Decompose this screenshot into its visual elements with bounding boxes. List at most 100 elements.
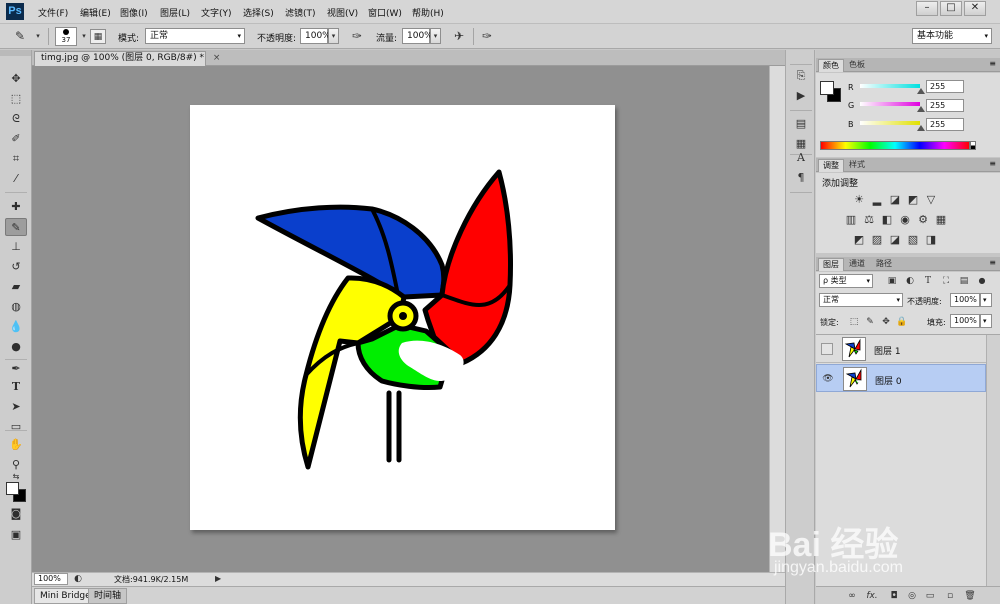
clone-stamp-tool-icon[interactable]: ⊥ (5, 238, 27, 256)
pressure-size-icon[interactable]: ✑ (479, 29, 495, 44)
minimize-button[interactable]: – (916, 1, 938, 16)
channel-b-thumb[interactable] (917, 125, 925, 131)
properties-panel-icon[interactable]: ▤ (792, 116, 810, 132)
actions-play-icon[interactable]: ▶ (792, 88, 810, 104)
menu-type[interactable]: 文字(Y) (201, 6, 232, 19)
add-mask-icon[interactable]: ◘ (888, 590, 900, 602)
move-tool-icon[interactable]: ✥ (5, 70, 27, 88)
history-brush-tool-icon[interactable]: ↺ (5, 258, 27, 276)
blur-tool-icon[interactable]: 💧 (5, 318, 27, 336)
layer-row-0[interactable]: 👁 图层 0 (816, 364, 986, 392)
visibility-toggle[interactable] (821, 343, 833, 355)
tab-timeline[interactable]: 时间轴 (88, 588, 128, 604)
menu-filter[interactable]: 滤镜(T) (285, 6, 316, 19)
panel-menu-icon[interactable]: ≡ (989, 159, 996, 168)
exposure-icon[interactable]: ◩ (906, 193, 920, 207)
menu-edit[interactable]: 编辑(E) (80, 6, 111, 19)
filter-smart-object-icon[interactable]: ▤ (958, 275, 970, 287)
levels-icon[interactable]: ▂ (870, 193, 884, 207)
paint-bucket-tool-icon[interactable]: ◍ (5, 298, 27, 316)
menu-view[interactable]: 视图(V) (327, 6, 358, 19)
document-canvas[interactable] (190, 105, 615, 530)
filter-pixel-icon[interactable]: ▣ (886, 275, 898, 287)
lock-image-icon[interactable]: ✎ (864, 316, 876, 328)
mode-select[interactable]: 正常 ▾ (145, 28, 245, 44)
hue-saturation-icon[interactable]: ▥ (844, 213, 858, 227)
menu-layer[interactable]: 图层(L) (160, 6, 190, 19)
tab-paths[interactable]: 路径 (872, 258, 896, 271)
color-balance-icon[interactable]: ⚖ (862, 213, 876, 227)
brush-size-picker[interactable]: 37 (55, 27, 77, 46)
layer-row-1[interactable]: 图层 1 (816, 335, 986, 363)
channel-r-value[interactable]: 255 (926, 80, 964, 93)
opacity-input[interactable]: 100% (300, 28, 331, 44)
pressure-opacity-icon[interactable]: ✑ (349, 29, 365, 44)
close-button[interactable]: ✕ (964, 1, 986, 16)
layer-opacity-input[interactable]: 100% (950, 293, 980, 307)
tab-swatches[interactable]: 色板 (845, 59, 869, 72)
fill-input[interactable]: 100% (950, 314, 980, 328)
type-tool-icon[interactable]: T (5, 378, 27, 396)
fill-dropdown[interactable]: ▾ (980, 314, 992, 328)
brush-tool-icon[interactable]: ✎ (5, 218, 27, 236)
tab-styles[interactable]: 样式 (845, 159, 869, 172)
filter-toggle-icon[interactable]: ● (976, 275, 988, 287)
color-spectrum-bar[interactable] (820, 141, 970, 150)
layer-name[interactable]: 图层 0 (875, 374, 902, 387)
color-lookup-icon[interactable]: ▦ (934, 213, 948, 227)
flow-input[interactable]: 100% (402, 28, 433, 44)
new-group-icon[interactable]: ▭ (924, 590, 936, 602)
gradient-map-icon[interactable]: ◨ (924, 233, 938, 247)
foreground-color-swatch[interactable] (6, 482, 19, 495)
layer-name[interactable]: 图层 1 (874, 344, 901, 357)
invert-icon[interactable]: ◩ (852, 233, 866, 247)
dodge-tool-icon[interactable]: ● (5, 338, 27, 356)
brush-panel-toggle-icon[interactable]: ▦ (90, 29, 106, 44)
marquee-tool-icon[interactable]: ⬚ (5, 90, 27, 108)
paragraph-panel-icon[interactable]: ¶ (792, 170, 810, 186)
pen-tool-icon[interactable]: ✒ (5, 360, 27, 378)
healing-brush-tool-icon[interactable]: ✚ (5, 198, 27, 216)
crop-tool-icon[interactable]: ⌗ (5, 150, 27, 168)
path-selection-tool-icon[interactable]: ➤ (5, 398, 27, 416)
channel-r-thumb[interactable] (917, 88, 925, 94)
quick-mask-icon[interactable]: ◙ (5, 505, 27, 523)
menu-help[interactable]: 帮助(H) (412, 6, 444, 19)
layer-style-icon[interactable]: fx. (864, 590, 880, 602)
delete-layer-icon[interactable]: 🗑 (964, 590, 976, 602)
curves-icon[interactable]: ◪ (888, 193, 902, 207)
eyedropper-tool-icon[interactable]: ⁄ (5, 170, 27, 188)
black-white-icon[interactable]: ◧ (880, 213, 894, 227)
filter-type-icon[interactable]: T (922, 275, 934, 287)
brush-tool-preset-icon[interactable]: ✎ (12, 29, 28, 44)
layers-scrollbar[interactable] (986, 335, 1000, 590)
tab-channels[interactable]: 通道 (845, 258, 869, 271)
history-panel-icon[interactable]: ⎘ (792, 68, 810, 84)
panel-menu-icon[interactable]: ≡ (989, 258, 996, 267)
zoom-level-input[interactable]: 100% (34, 573, 68, 585)
black-white-swatch[interactable] (970, 141, 976, 150)
vertical-scrollbar[interactable] (769, 66, 785, 572)
threshold-icon[interactable]: ◪ (888, 233, 902, 247)
workspace-select[interactable]: 基本功能 ▾ (912, 28, 992, 44)
channel-g-value[interactable]: 255 (926, 99, 964, 112)
lasso-tool-icon[interactable]: ᘓ (5, 110, 27, 128)
document-tab[interactable]: timg.jpg @ 100% (图层 0, RGB/8#) * × (34, 51, 220, 66)
rectangle-tool-icon[interactable]: ▭ (5, 418, 27, 436)
channel-g-thumb[interactable] (917, 106, 925, 112)
eraser-tool-icon[interactable]: ▰ (5, 278, 27, 296)
toolbar-grip[interactable] (0, 50, 31, 56)
lock-position-icon[interactable]: ✥ (880, 316, 892, 328)
channel-g-slider[interactable] (860, 102, 920, 106)
blend-mode-select[interactable]: 正常 ▾ (819, 293, 903, 307)
channel-b-value[interactable]: 255 (926, 118, 964, 131)
quick-select-tool-icon[interactable]: ✐ (5, 130, 27, 148)
screen-mode-icon[interactable]: ▣ (5, 526, 27, 544)
brightness-icon[interactable]: ☀ (852, 193, 866, 207)
status-info-icon[interactable]: ◐ (72, 573, 84, 585)
tab-layers[interactable]: 图层 (818, 258, 844, 271)
layer-opacity-dropdown[interactable]: ▾ (980, 293, 992, 307)
status-menu-arrow-icon[interactable]: ▶ (215, 573, 225, 585)
channel-b-slider[interactable] (860, 121, 920, 125)
new-adjustment-icon[interactable]: ◎ (906, 590, 918, 602)
